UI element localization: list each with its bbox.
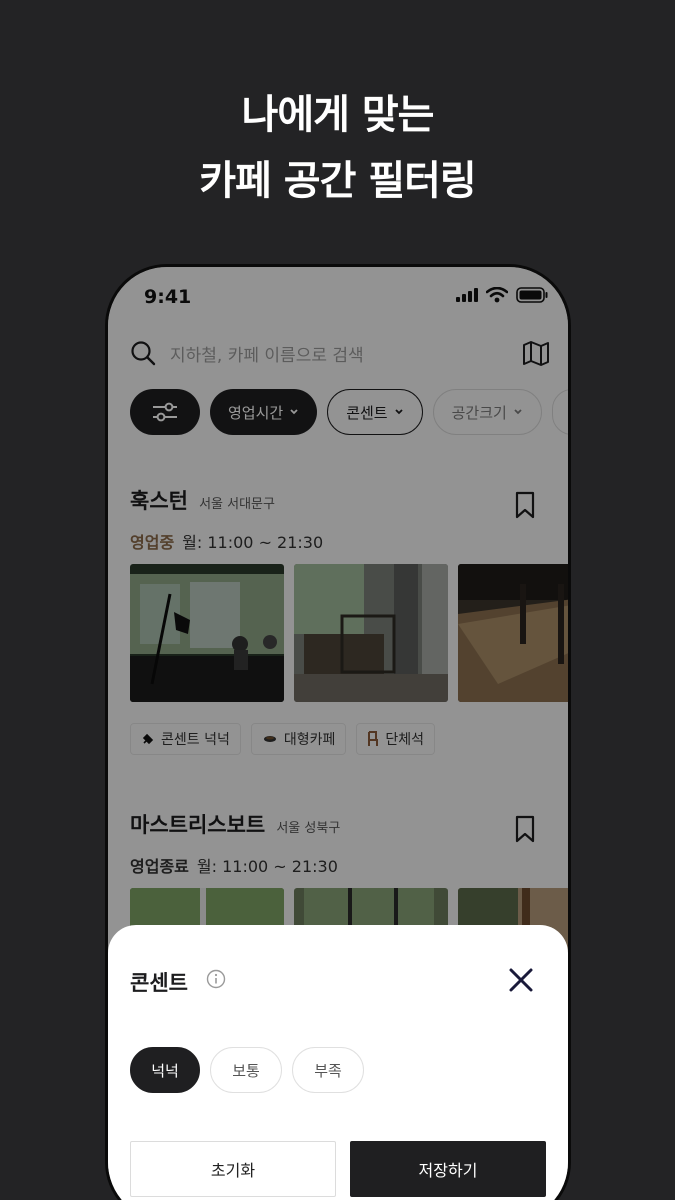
option-group: 넉넉 보통 부족 bbox=[130, 1047, 364, 1093]
headline-line-2: 카페 공간 필터링 bbox=[199, 158, 476, 204]
reset-button[interactable]: 초기화 bbox=[130, 1141, 336, 1197]
option-few[interactable]: 부족 bbox=[292, 1047, 364, 1093]
info-icon[interactable] bbox=[206, 969, 226, 989]
save-button[interactable]: 저장하기 bbox=[350, 1141, 546, 1197]
app-screen: 9:41 지하철, 카페 이름으로 검색 영업시간 콘센트 공간크기 훅스턴 서… bbox=[108, 267, 568, 1200]
option-normal[interactable]: 보통 bbox=[210, 1047, 282, 1093]
promo-headline: 나에게 맞는 카페 공간 필터링 bbox=[0, 82, 675, 214]
option-plenty[interactable]: 넉넉 bbox=[130, 1047, 200, 1093]
filter-bottom-sheet: 콘센트 넉넉 보통 부족 초기화 저장하기 bbox=[108, 925, 568, 1200]
close-icon[interactable] bbox=[506, 965, 536, 995]
phone-frame: 9:41 지하철, 카페 이름으로 검색 영업시간 콘센트 공간크기 훅스턴 서… bbox=[105, 264, 571, 1200]
headline-line-1: 나에게 맞는 bbox=[241, 92, 435, 138]
sheet-title: 콘센트 bbox=[130, 971, 188, 995]
